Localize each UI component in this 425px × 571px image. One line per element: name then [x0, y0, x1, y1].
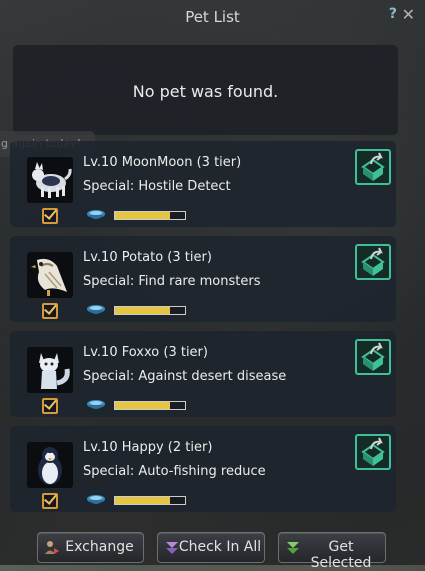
transfer-icon	[361, 247, 385, 276]
fox-icon	[27, 347, 73, 393]
select-checkbox[interactable]	[42, 208, 58, 224]
pet-special: Special: Against desert disease	[83, 369, 287, 384]
hunger-bar	[114, 401, 186, 410]
select-checkbox[interactable]	[42, 303, 58, 319]
hunger-bar	[114, 496, 186, 505]
pet-list-window: Pet List ? ✕ No pet was found. ng again …	[0, 0, 425, 571]
get-selected-label: Get Selected	[310, 539, 372, 571]
empty-pet-panel: No pet was found.	[13, 45, 398, 135]
pet-special: Special: Auto-fishing reduce	[83, 464, 266, 479]
pet-card[interactable]: Lv.10 Happy (2 tier) Special: Auto-fishi…	[10, 426, 396, 512]
exchange-label: Exchange	[65, 539, 134, 555]
title-bar[interactable]: Pet List ? ✕	[0, 0, 425, 36]
transfer-button[interactable]	[355, 149, 391, 185]
pet-special: Special: Hostile Detect	[83, 179, 231, 194]
check-in-all-button[interactable]: Check In All	[157, 532, 265, 563]
food-bowl-icon	[87, 305, 105, 314]
pet-card[interactable]: Lv.10 Potato (3 tier) Special: Find rare…	[10, 236, 396, 322]
pet-name: Lv.10 Happy (2 tier)	[83, 440, 213, 455]
exchange-button[interactable]: Exchange	[37, 532, 144, 563]
hunger-fill	[115, 307, 170, 314]
hunger-fill	[115, 212, 170, 219]
transfer-icon	[361, 342, 385, 371]
transfer-button[interactable]	[355, 434, 391, 470]
close-icon[interactable]: ✕	[402, 5, 415, 24]
transfer-icon	[361, 437, 385, 466]
penguin-icon	[27, 442, 73, 488]
hunger-fill	[115, 497, 170, 504]
select-checkbox[interactable]	[42, 398, 58, 414]
window-title: Pet List	[185, 8, 240, 26]
hawk-icon	[27, 252, 73, 298]
transfer-button[interactable]	[355, 244, 391, 280]
hunger-bar	[114, 306, 186, 315]
food-bowl-icon	[87, 495, 105, 504]
pet-name: Lv.10 MoonMoon (3 tier)	[83, 155, 242, 170]
get-selected-button[interactable]: Get Selected	[278, 532, 386, 571]
food-bowl-icon	[87, 400, 105, 409]
check-in-all-label: Check In All	[178, 539, 262, 555]
help-icon[interactable]: ?	[389, 6, 397, 22]
hunger-bar	[114, 211, 186, 220]
hunger-fill	[115, 402, 170, 409]
pet-name: Lv.10 Potato (3 tier)	[83, 250, 212, 265]
transfer-icon	[361, 152, 385, 181]
empty-message: No pet was found.	[132, 82, 279, 101]
pet-card[interactable]: Lv.10 MoonMoon (3 tier) Special: Hostile…	[10, 141, 396, 227]
pet-card[interactable]: Lv.10 Foxxo (3 tier) Special: Against de…	[10, 331, 396, 417]
wolf-icon	[27, 157, 73, 203]
pet-special: Special: Find rare monsters	[83, 274, 261, 289]
pet-name: Lv.10 Foxxo (3 tier)	[83, 345, 208, 360]
select-checkbox[interactable]	[42, 493, 58, 509]
transfer-button[interactable]	[355, 339, 391, 375]
food-bowl-icon	[87, 210, 105, 219]
